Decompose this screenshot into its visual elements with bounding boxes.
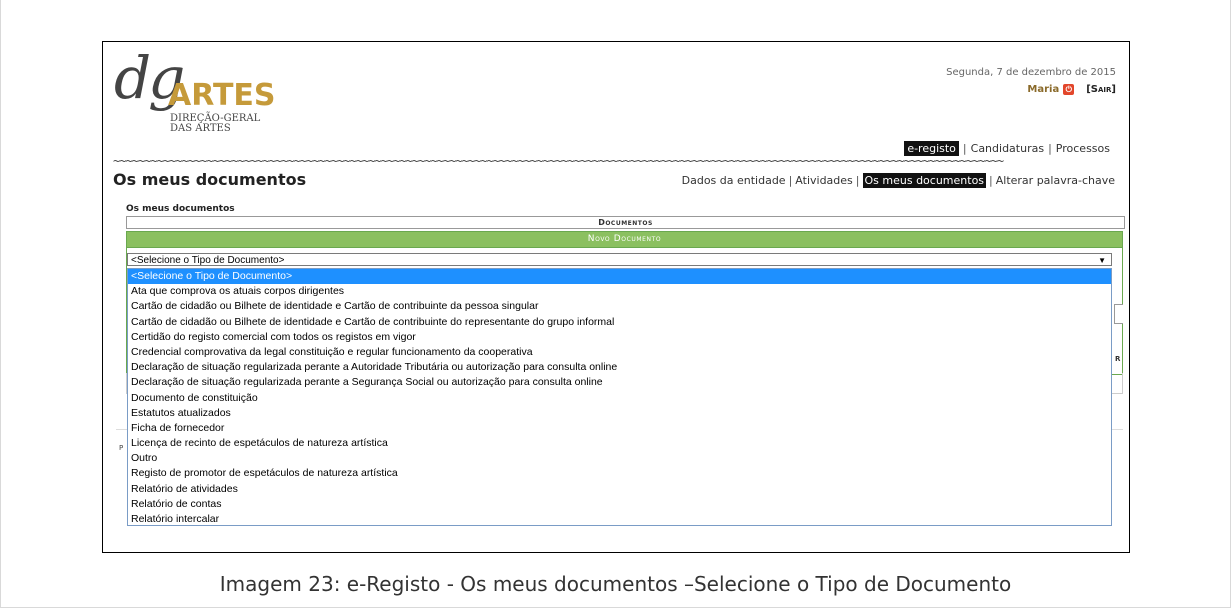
partial-label-left: P [119, 444, 124, 452]
section-label: Os meus documentos [126, 204, 235, 214]
top-navigation: e-registo | Candidaturas | Processos [904, 141, 1110, 156]
topnav-separator: | [962, 142, 967, 155]
subnav-separator: | [989, 174, 993, 187]
document-type-dropdown-list[interactable]: <Selecione o Tipo de Documento> Ata que c… [127, 268, 1112, 526]
novo-documento-header: Novo Documento [127, 232, 1122, 248]
documents-bar: Documentos [126, 216, 1125, 229]
tilde-divider: ~~~~~~~~~~~~~~~~~~~~~~~~~~~~~~~~~~~~~~~~… [113, 156, 1004, 166]
dgartes-logo[interactable]: dg ARTES DIREÇÃO-GERAL DAS ARTES [114, 49, 334, 140]
dropdown-option[interactable]: Certidão do registo comercial com todos … [128, 330, 1111, 345]
dropdown-option[interactable]: Relatório intercalar [128, 512, 1111, 527]
select-value: <Selecione o Tipo de Documento> [131, 255, 285, 266]
dropdown-arrow-icon[interactable]: ▼ [1098, 254, 1106, 267]
dropdown-option[interactable]: Estatutos atualizados [128, 406, 1111, 421]
documents-bar-label: Documentos [598, 218, 653, 227]
dropdown-option[interactable]: Ata que comprova os atuais corpos dirige… [128, 284, 1111, 299]
dropdown-option[interactable]: Cartão de cidadão ou Bilhete de identida… [128, 315, 1111, 330]
topnav-separator: | [1048, 142, 1052, 155]
figure-caption: Imagem 23: e-Registo - Os meus documento… [219, 572, 1012, 596]
user-name[interactable]: Maria [1027, 84, 1059, 95]
logout-link[interactable]: [Sair] [1086, 84, 1116, 95]
logo-artes: ARTES [168, 78, 276, 113]
subnav-separator: | [788, 174, 793, 187]
subnav-separator: | [855, 174, 860, 187]
subnav-atividades[interactable]: Atividades [795, 174, 852, 187]
dropdown-option[interactable]: Documento de constituição [128, 391, 1111, 406]
dropdown-option[interactable]: Credencial comprovativa da legal constit… [128, 345, 1111, 360]
sub-navigation: Dados da entidade | Atividades | Os meus… [682, 173, 1115, 188]
dropdown-option[interactable]: <Selecione o Tipo de Documento> [128, 269, 1111, 285]
dropdown-option[interactable]: Licença de recinto de espetáculos de nat… [128, 436, 1111, 451]
dropdown-option[interactable]: Cartão de cidadão ou Bilhete de identida… [128, 299, 1111, 314]
partial-label-right: R [1115, 355, 1121, 363]
topnav-processos[interactable]: Processos [1056, 142, 1110, 155]
subnav-dados-entidade[interactable]: Dados da entidade [682, 174, 786, 187]
app-screenshot: dg ARTES DIREÇÃO-GERAL DAS ARTES Segunda… [102, 41, 1130, 553]
subnav-alterar-palavra-chave[interactable]: Alterar palavra-chave [996, 174, 1115, 187]
power-icon[interactable]: ⏻ [1063, 84, 1075, 95]
dropdown-option[interactable]: Registo de promotor de espetáculos de na… [128, 466, 1111, 481]
topnav-e-registo[interactable]: e-registo [904, 141, 959, 156]
user-area: Maria ⏻ [Sair] [1027, 84, 1116, 95]
partial-input-edge [1114, 304, 1123, 324]
dropdown-option[interactable]: Outro [128, 451, 1111, 466]
logo-subtitle: DIREÇÃO-GERAL DAS ARTES [170, 114, 260, 134]
logo-subtitle-line-2: DAS ARTES [170, 123, 231, 134]
document-type-select[interactable]: <Selecione o Tipo de Documento> ▼ [127, 253, 1112, 266]
dropdown-option[interactable]: Relatório de atividades [128, 482, 1111, 497]
current-date: Segunda, 7 de dezembro de 2015 [946, 67, 1116, 78]
dropdown-option[interactable]: Declaração de situação regularizada pera… [128, 375, 1111, 390]
dropdown-option[interactable]: Ficha de fornecedor [128, 421, 1111, 436]
topnav-candidaturas[interactable]: Candidaturas [971, 142, 1044, 155]
novo-documento-header-label: Novo Documento [587, 234, 662, 244]
dropdown-option[interactable]: Declaração de situação regularizada pera… [128, 360, 1111, 375]
page-title: Os meus documentos [113, 170, 307, 189]
subnav-os-meus-documentos[interactable]: Os meus documentos [862, 173, 987, 188]
dropdown-option[interactable]: Relatório de contas [128, 497, 1111, 512]
